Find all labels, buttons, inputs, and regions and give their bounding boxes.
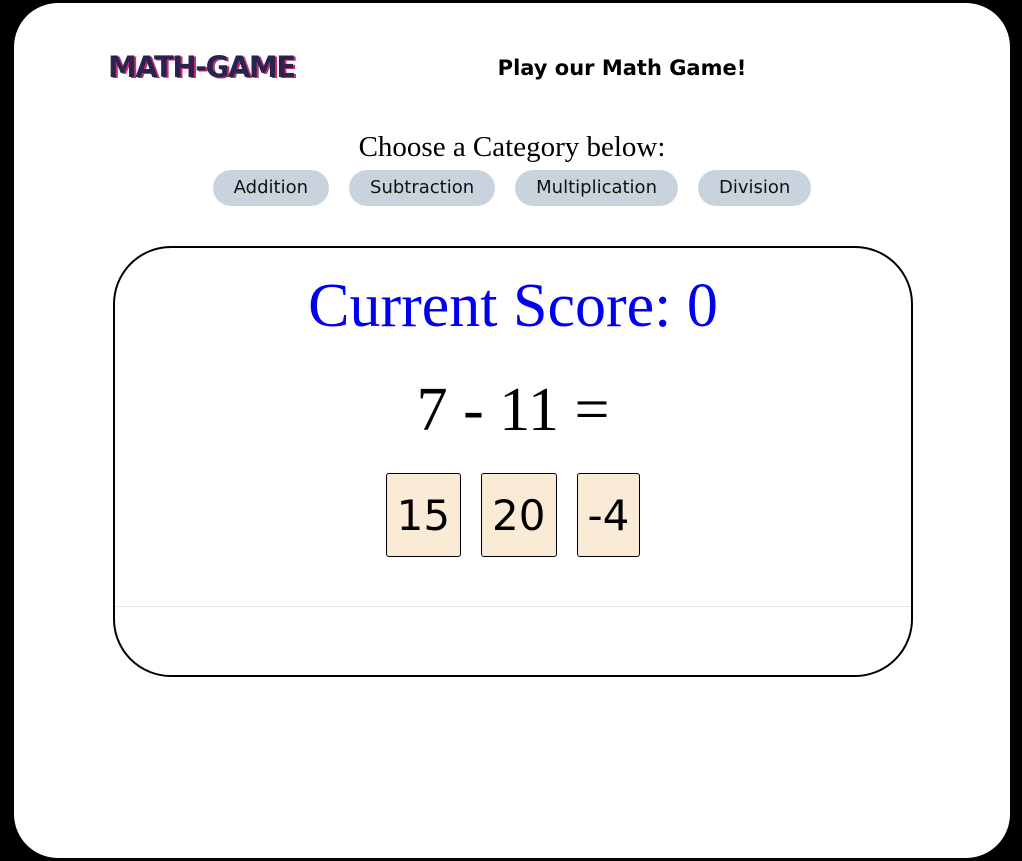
category-button-subtraction[interactable]: Subtraction — [349, 170, 496, 206]
card-divider — [115, 606, 911, 607]
answer-button-1[interactable]: 15 — [385, 473, 462, 557]
category-button-addition[interactable]: Addition — [212, 170, 330, 206]
logo: MATH-GAME — [108, 50, 296, 84]
category-button-division[interactable]: Division — [697, 170, 812, 206]
current-score: Current Score: 0 — [308, 272, 718, 340]
answer-button-2[interactable]: 20 — [481, 473, 557, 557]
page-tagline: Play our Math Game! — [497, 56, 747, 80]
page: MATH-GAME Play our Math Game! Choose a C… — [14, 3, 1010, 858]
answer-button-3[interactable]: -4 — [576, 473, 641, 557]
category-button-multiplication[interactable]: Multiplication — [515, 170, 678, 206]
game-card: Current Score: 0 7 - 11 = 15 20 -4 — [113, 246, 913, 677]
math-question: 7 - 11 = — [416, 376, 610, 444]
answer-options: 15 20 -4 — [115, 473, 911, 557]
category-prompt: Choose a Category below: — [358, 131, 666, 163]
category-bar: Addition Subtraction Multiplication Divi… — [14, 170, 1010, 206]
